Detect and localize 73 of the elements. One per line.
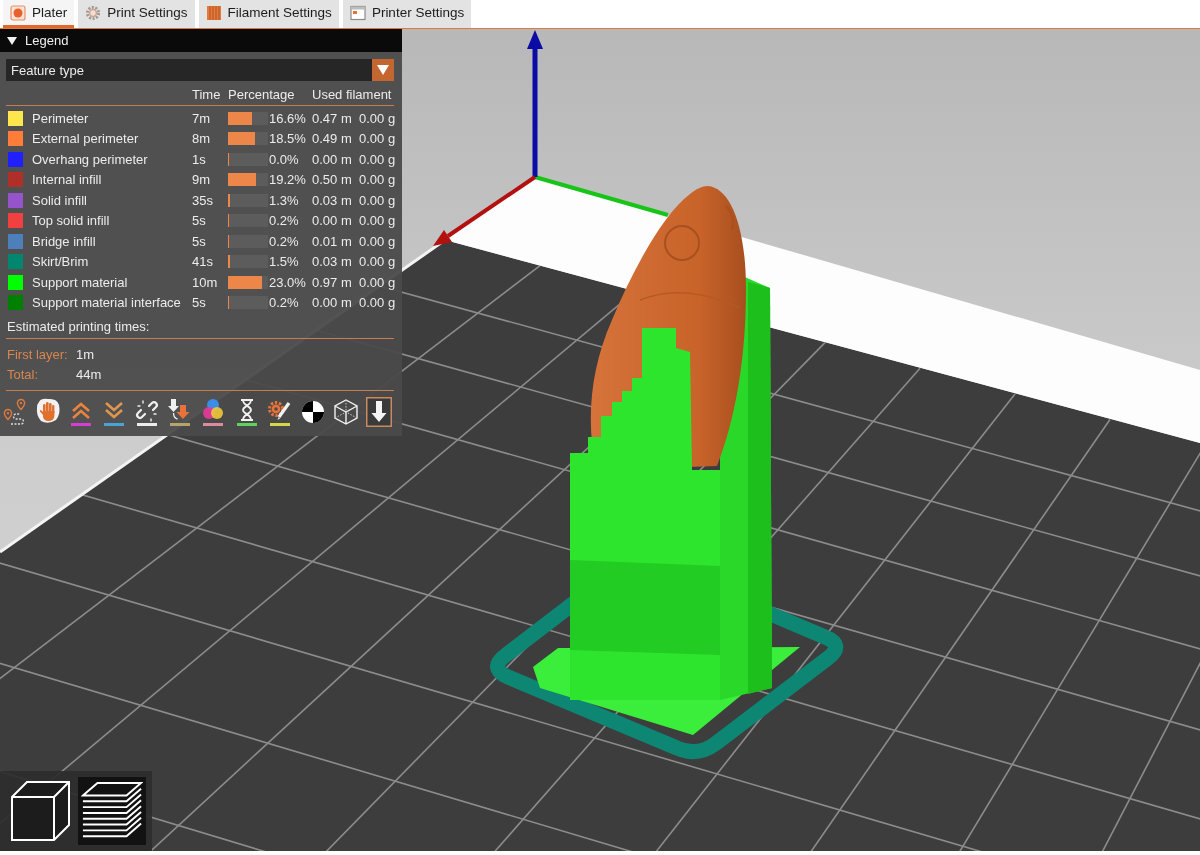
percentage-value: 16.6% [269,110,306,126]
column-header: Used filament [312,87,392,102]
circle-in-square-icon [10,4,26,21]
filament-weight: 0.00 g [359,192,396,208]
tab[interactable]: Print Settings [78,0,195,28]
time-value: 5s [192,295,206,311]
feature-label: Perimeter [32,110,89,126]
percentage-value: 1.3% [269,192,299,208]
filament-weight: 0.00 g [359,254,396,270]
broken-link-icon[interactable] [134,397,161,427]
feature-label: External perimeter [32,131,139,147]
percentage-value: 0.2% [269,213,299,229]
feature-label: Bridge infill [32,233,96,249]
feature-label: Internal infill [32,172,102,188]
filament-length: 0.03 m [312,254,352,270]
filament-weight: 0.00 g [359,151,396,167]
gear-icon [85,4,102,21]
filament-length: 0.47 m [312,110,352,126]
percentage-value: 1.5% [269,254,299,270]
filament-weight: 0.00 g [359,295,396,311]
filament-weight: 0.00 g [359,274,396,290]
feature-label: Support material [32,274,128,290]
time-value: 1s [192,151,206,167]
window-icon [349,4,366,21]
route-icon[interactable] [2,397,28,427]
filament-length: 0.49 m [312,131,352,147]
wireframe-cube-icon[interactable] [332,397,359,427]
time-value: 7m [192,110,211,126]
striped-square-icon [205,4,222,21]
legend-header[interactable]: Legend [0,29,402,52]
feature-label: Solid infill [32,192,87,208]
filament-length: 0.50 m [312,172,352,188]
filament-length: 0.00 m [312,151,352,167]
feature-label: Overhang perimeter [32,151,148,167]
feature-label: Top solid infill [32,213,110,229]
percentage-value: 18.5% [269,131,306,147]
filament-length: 0.00 m [312,213,352,229]
filament-weight: 0.00 g [359,110,396,126]
cube-icon [9,779,71,843]
time-value: 10m [192,274,218,290]
percentage-value: 23.0% [269,274,306,290]
filament-length: 0.97 m [312,274,352,290]
filament-length: 0.00 m [312,295,352,311]
column-header: Percentage [228,87,295,102]
section-title: Estimated printing times: [7,319,150,334]
summary-label: Total: [7,366,40,382]
time-value: 5s [192,213,206,229]
summary-value: 44m [76,366,102,382]
percentage-value: 0.0% [269,151,299,167]
filament-weight: 0.00 g [359,172,396,188]
summary-value: 1m [76,346,95,362]
percentage-value: 0.2% [269,233,299,249]
feature-label: Support material interface [32,295,181,311]
time-value: 5s [192,233,206,249]
filament-weight: 0.00 g [359,213,396,229]
filament-length: 0.01 m [312,233,352,249]
filament-weight: 0.00 g [359,131,396,147]
filament-weight: 0.00 g [359,233,396,249]
time-value: 9m [192,172,211,188]
time-value: 35s [192,192,213,208]
view-type-dropdown[interactable]: Feature type [6,59,394,81]
summary-label: First layer: [7,346,69,362]
time-value: 41s [192,254,213,270]
tab[interactable]: Plater [3,0,75,28]
feature-label: Skirt/Brim [32,254,89,270]
tab[interactable]: Printer Settings [342,0,472,28]
tab[interactable]: Filament Settings [198,0,339,28]
percentage-value: 0.2% [269,295,299,311]
percentage-value: 19.2% [269,172,306,188]
column-header: Time [192,87,221,102]
time-value: 8m [192,131,211,147]
view-button[interactable] [78,777,146,845]
filament-length: 0.03 m [312,192,352,208]
